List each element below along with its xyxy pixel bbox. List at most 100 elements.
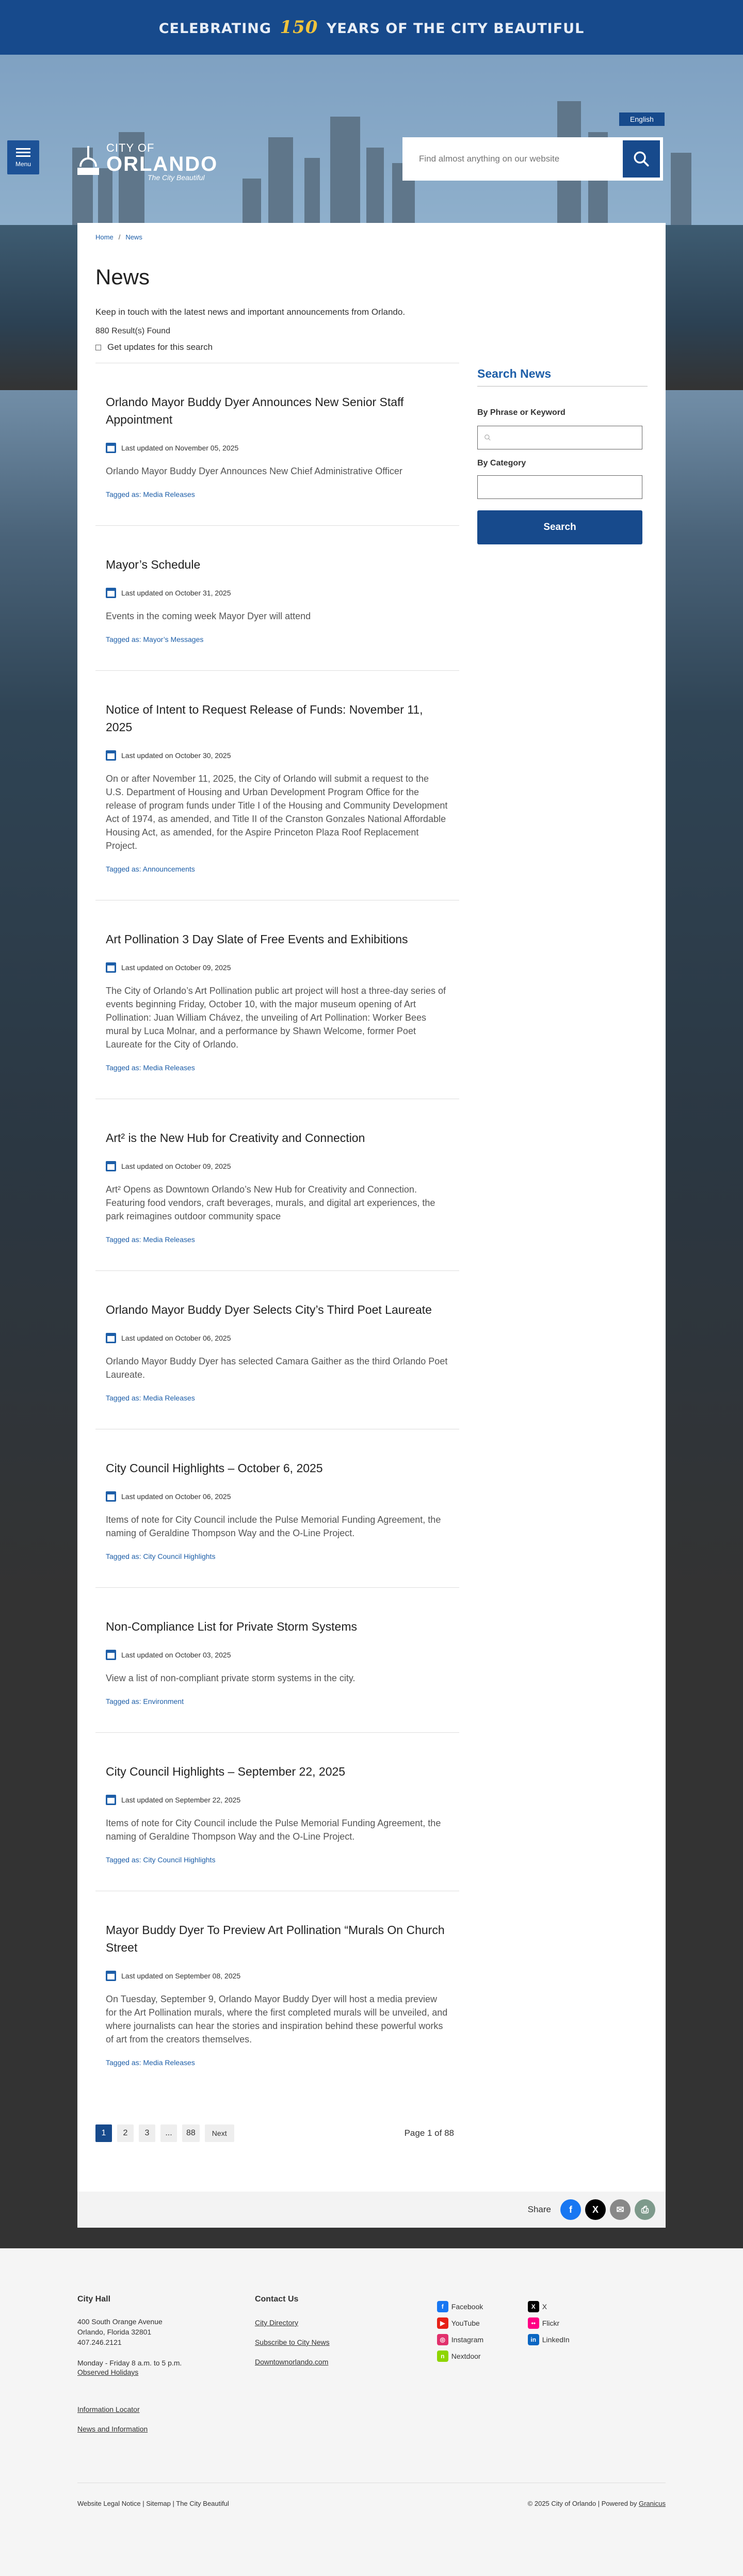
result-title-link[interactable]: City Council Highlights – September 22, …	[106, 1765, 345, 1778]
language-selector[interactable]: English	[619, 112, 665, 126]
x-link[interactable]: XX	[527, 2301, 616, 2312]
category-select[interactable]	[477, 475, 642, 499]
linkedin-link[interactable]: in LinkedIn	[527, 2334, 616, 2345]
page-intro: Keep in touch with the latest news and i…	[95, 307, 406, 317]
nextdoor-link[interactable]: n Nextdoor	[437, 2350, 528, 2362]
sidebar-search-button[interactable]: Search	[477, 510, 642, 544]
result-tag[interactable]: Tagged as: Media Releases	[106, 1394, 449, 1402]
result-date: Last updated on October 31, 2025	[121, 589, 231, 597]
share-label: Share	[527, 2204, 551, 2214]
x-share-icon[interactable]: X	[585, 2199, 606, 2220]
downtown-orlando-link[interactable]: Downtownorlando.com	[255, 2358, 437, 2366]
result-title-link[interactable]: Orlando Mayor Buddy Dyer Announces New S…	[106, 395, 403, 426]
result-item: Non-Compliance List for Private Storm Sy…	[95, 1588, 459, 1733]
result-description: View a list of non-compliant private sto…	[106, 1673, 356, 1683]
result-tag[interactable]: Tagged as: Media Releases	[106, 2058, 449, 2067]
result-description: The City of Orlando’s Art Pollination pu…	[106, 986, 446, 1050]
phrase-input[interactable]	[477, 426, 642, 449]
instagram-link[interactable]: ◎ Instagram	[437, 2334, 528, 2345]
page-88-button[interactable]: 88	[182, 2124, 200, 2142]
result-tag[interactable]: Tagged as: Environment	[106, 1697, 449, 1705]
result-description: Orlando Mayor Buddy Dyer Announces New C…	[106, 466, 402, 476]
breadcrumb-home[interactable]: Home	[95, 233, 114, 241]
facebook-share-icon[interactable]: f	[560, 2199, 581, 2220]
city-logo[interactable]: CITY OF ORLANDO The City Beautiful	[76, 141, 218, 182]
result-tag[interactable]: Tagged as: Media Releases	[106, 490, 449, 498]
x-icon: X	[527, 2301, 539, 2312]
search-sidebar: Search News By Phrase or Keyword By Cate…	[477, 363, 648, 2142]
footer-contact: Contact Us City Directory Subscribe to C…	[255, 2295, 437, 2433]
hero: English Menu CITY OF ORLANDO The City Be…	[0, 55, 743, 2248]
result-title-link[interactable]: Mayor Buddy Dyer To Preview Art Pollinat…	[106, 1923, 445, 1954]
page-1-button[interactable]: 1	[95, 2124, 112, 2142]
logo-orlando-text: ORLANDO	[106, 153, 218, 175]
banner-suffix: YEARS OF THE CITY BEAUTIFUL	[326, 21, 585, 37]
result-tag[interactable]: Tagged as: Media Releases	[106, 1064, 449, 1072]
result-date: Last updated on October 06, 2025	[121, 1492, 231, 1501]
nextdoor-icon: n	[437, 2350, 448, 2362]
result-title-link[interactable]: Mayor’s Schedule	[106, 558, 200, 571]
result-tag[interactable]: Tagged as: City Council Highlights	[106, 1552, 449, 1560]
information-locator-link[interactable]: Information Locator	[77, 2405, 255, 2413]
page-3-button[interactable]: 3	[139, 2124, 155, 2142]
result-count: 880 Result(s) Found	[95, 327, 170, 335]
result-item: Orlando Mayor Buddy Dyer Selects City’s …	[95, 1271, 459, 1429]
email-share-icon[interactable]: ✉	[610, 2199, 631, 2220]
result-tag[interactable]: Tagged as: City Council Highlights	[106, 1856, 449, 1864]
menu-button[interactable]: Menu	[7, 140, 39, 174]
calendar-icon	[106, 962, 116, 973]
search-icon	[484, 434, 491, 441]
linkedin-icon: in	[527, 2334, 539, 2345]
result-title-link[interactable]: Art² is the New Hub for Creativity and C…	[106, 1131, 365, 1145]
city-hall-heading: City Hall	[77, 2295, 111, 2304]
site-search-button[interactable]	[623, 140, 660, 178]
granicus-link[interactable]: Granicus	[639, 2500, 666, 2507]
instagram-icon: ◎	[437, 2334, 448, 2345]
result-title-link[interactable]: Orlando Mayor Buddy Dyer Selects City’s …	[106, 1303, 432, 1316]
result-item: Orlando Mayor Buddy Dyer Announces New S…	[95, 363, 459, 526]
site-footer: City Hall 400 South Orange Avenue Orland…	[0, 2248, 743, 2576]
get-updates-option[interactable]: Get updates for this search	[95, 342, 648, 352]
flickr-link[interactable]: •• Flickr	[527, 2317, 616, 2329]
banner-prefix: CELEBRATING	[158, 21, 272, 37]
contact-heading: Contact Us	[254, 2295, 299, 2304]
news-information-link[interactable]: News and Information	[77, 2425, 255, 2433]
address-line-2: Orlando, Florida 32801	[77, 2328, 152, 2336]
result-tag[interactable]: Tagged as: Media Releases	[106, 1235, 449, 1244]
search-icon	[634, 151, 649, 167]
subscribe-link[interactable]: Subscribe to City News	[255, 2338, 437, 2346]
footer-legal-links[interactable]: Website Legal Notice | Sitemap | The Cit…	[77, 2500, 229, 2507]
breadcrumb: Home / News	[95, 233, 142, 241]
pagination: 1 2 3 ... 88 Next Page 1 of 88	[95, 2124, 459, 2142]
site-search-input[interactable]	[402, 137, 619, 181]
page-2-button[interactable]: 2	[117, 2124, 134, 2142]
result-date: Last updated on September 08, 2025	[121, 1972, 241, 1980]
result-title-link[interactable]: Notice of Intent to Request Release of F…	[106, 703, 423, 734]
result-title-link[interactable]: City Council Highlights – October 6, 202…	[106, 1461, 323, 1475]
observed-holidays-link[interactable]: Observed Holidays	[77, 2368, 255, 2376]
result-title-link[interactable]: Non-Compliance List for Private Storm Sy…	[106, 1620, 357, 1633]
calendar-icon	[106, 1795, 116, 1805]
menu-label: Menu	[15, 160, 31, 168]
result-tag[interactable]: Tagged as: Announcements	[106, 865, 449, 873]
facebook-link[interactable]: f Facebook	[437, 2301, 528, 2312]
calendar-icon	[106, 1650, 116, 1660]
result-title-link[interactable]: Art Pollination 3 Day Slate of Free Even…	[106, 932, 408, 946]
city-directory-link[interactable]: City Directory	[255, 2319, 437, 2327]
result-date: Last updated on October 30, 2025	[121, 751, 231, 760]
anniversary-text: CELEBRATING 150 YEARS OF THE CITY BEAUTI…	[159, 17, 585, 38]
next-page-button[interactable]: Next	[204, 2124, 234, 2142]
print-share-icon[interactable]: ⎙	[635, 2199, 655, 2220]
result-date: Last updated on October 06, 2025	[121, 1334, 231, 1342]
hamburger-icon	[16, 148, 30, 150]
result-item: Notice of Intent to Request Release of F…	[95, 671, 459, 900]
youtube-link[interactable]: ▶ YouTube	[437, 2317, 528, 2329]
calendar-icon	[106, 443, 116, 453]
updates-checkbox[interactable]	[95, 344, 101, 350]
calendar-icon	[106, 1491, 116, 1502]
results-list: Orlando Mayor Buddy Dyer Announces New S…	[95, 363, 459, 2142]
result-description: Orlando Mayor Buddy Dyer has selected Ca…	[106, 1356, 448, 1380]
result-tag[interactable]: Tagged as: Mayor’s Messages	[106, 635, 449, 643]
breadcrumb-news[interactable]: News	[125, 233, 142, 241]
address-line-1: 400 South Orange Avenue	[77, 2317, 163, 2326]
